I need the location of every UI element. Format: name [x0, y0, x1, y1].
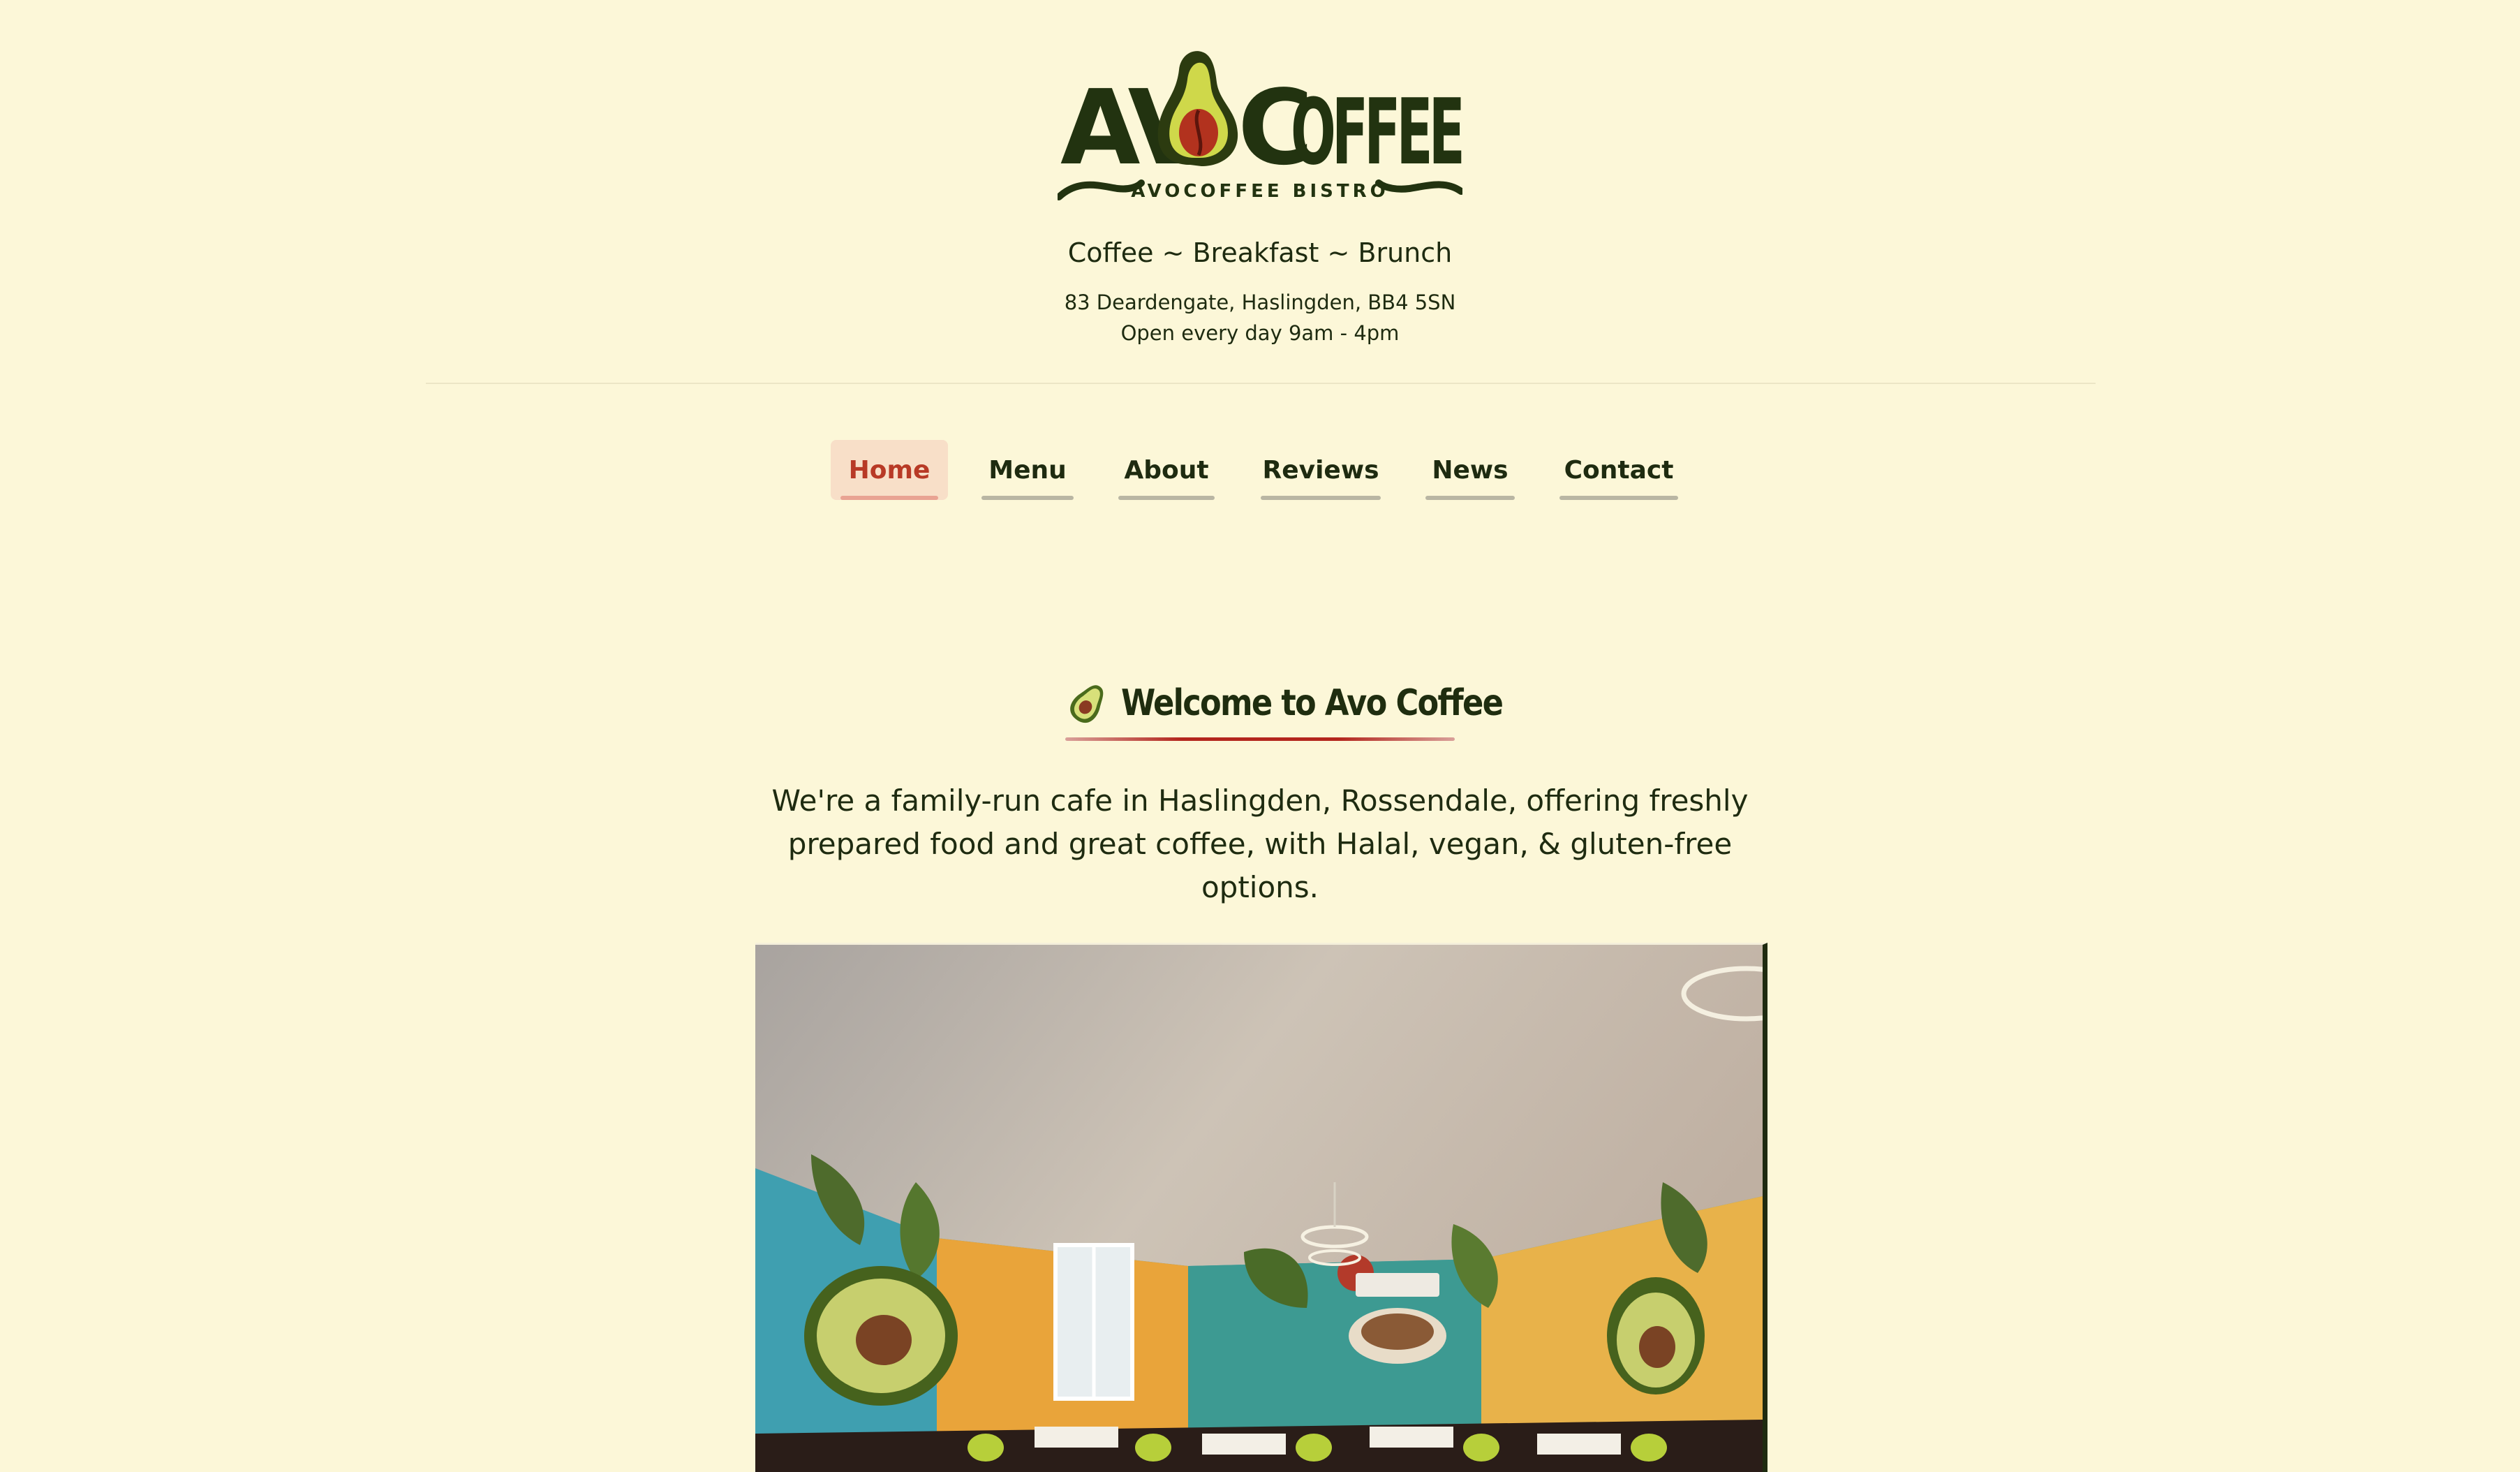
- nav-reviews[interactable]: Reviews: [1261, 440, 1381, 500]
- nav-contact[interactable]: Contact: [1559, 440, 1678, 500]
- welcome-underline: [1065, 737, 1455, 741]
- header-divider: [426, 383, 2096, 384]
- nav-menu[interactable]: Menu: [981, 440, 1074, 500]
- address: 83 Deardengate, Haslingden, BB4 5SN: [1064, 290, 1456, 314]
- avocado-icon: [1070, 685, 1104, 723]
- welcome-title: Welcome to Avo Coffee: [1121, 682, 1504, 724]
- welcome-heading: Welcome to Avo Coffee: [1065, 672, 1564, 735]
- intro-text: We're a family-run cafe in Haslingden, R…: [740, 779, 1780, 909]
- main-nav: Home Menu About Reviews News Contact: [0, 440, 2520, 503]
- nav-home[interactable]: Home: [831, 440, 948, 500]
- nav-about[interactable]: About: [1118, 440, 1215, 500]
- cafe-interior-photo: [755, 943, 1767, 1472]
- opening-hours: Open every day 9am - 4pm: [1120, 321, 1400, 345]
- page: AV C OFFEE AVOCOFFEE BISTRO Coffee ~ Bre…: [0, 0, 2520, 1472]
- avocoffee-logo[interactable]: AV C OFFEE AVOCOFFEE BISTRO: [1058, 46, 1462, 207]
- logo-text-offee: OFFEE: [1291, 79, 1462, 185]
- cafe-interior-image: [755, 945, 1763, 1472]
- intro-line-2: prepared food and great coffee, with Hal…: [787, 827, 1733, 904]
- nav-news[interactable]: News: [1425, 440, 1515, 500]
- tagline: Coffee ~ Breakfast ~ Brunch: [1067, 237, 1453, 268]
- intro-line-1: We're a family-run cafe in Haslingden, R…: [771, 783, 1749, 818]
- logo-subtext: AVOCOFFEE BISTRO: [1131, 181, 1388, 202]
